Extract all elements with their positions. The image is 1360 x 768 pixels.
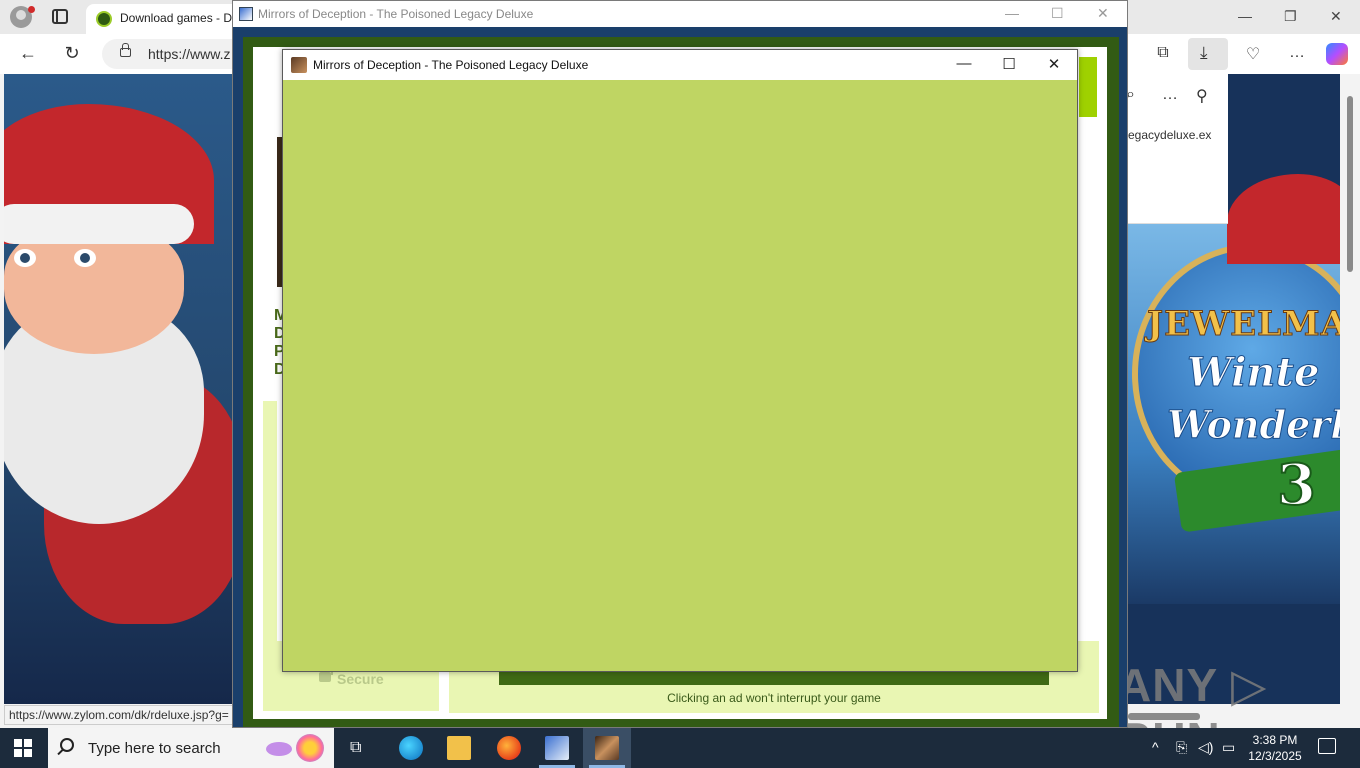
clock[interactable]: 3:38 PM 12/3/2025 [1240,732,1310,764]
pin-icon[interactable]: ⚲ [1196,86,1208,106]
zylom-favicon-icon [96,11,112,27]
show-hidden-icons-icon[interactable]: ^ [1152,739,1159,755]
launcher-app-icon [239,7,253,21]
launcher-close-icon[interactable]: ✕ [1097,5,1109,22]
browser-minimize-icon[interactable]: — [1238,8,1252,24]
game-canvas[interactable] [283,80,1077,671]
windows-start-icon[interactable] [14,739,32,757]
game-title-bar: Mirrors of Deception - The Poisoned Lega… [283,50,1077,80]
back-icon[interactable]: ← [16,43,40,64]
launcher-side-strip [263,401,277,641]
collections-icon[interactable]: ⧉ [1150,44,1176,62]
copilot-icon[interactable] [1326,43,1348,65]
browser-close-icon[interactable]: ✕ [1330,8,1342,25]
notifications-icon[interactable] [1318,738,1336,754]
taskbar-search[interactable]: Type here to search [48,728,334,768]
santa-eye-left [14,249,36,267]
tab-title: Download games - D [120,11,233,25]
browser-essentials-icon[interactable]: ♡ [1240,44,1266,64]
launcher-accent-bar [1079,57,1097,117]
notification-dot [28,6,35,13]
santa-ad[interactable] [4,74,244,704]
launcher-title: Mirrors of Deception - The Poisoned Lega… [258,7,534,21]
download-icon: ⤓ [1200,43,1208,62]
downloads-button[interactable]: ⤓ [1188,38,1228,70]
game-taskbar-icon[interactable] [595,736,619,760]
tab-download-games[interactable]: Download games - D [86,4,246,34]
lock-icon [120,43,131,57]
game-window: Mirrors of Deception - The Poisoned Lega… [282,49,1078,672]
launcher-title-bar: Mirrors of Deception - The Poisoned Lega… [233,1,1127,27]
launcher-maximize-icon[interactable]: ☐ [1051,5,1064,22]
jewelmatch-title: JEWELMA [1146,304,1340,345]
launcher-minimize-icon[interactable]: — [1005,5,1019,21]
santa-hat-brim [4,204,194,244]
game-maximize-icon[interactable]: ☐ [994,55,1024,73]
download-file-name[interactable]: egacydeluxe.ex [1128,128,1228,142]
status-url: https://www.zylom.com/dk/rdeluxe.jsp?g= [4,705,234,725]
tab-actions-icon[interactable] [52,9,68,24]
taskbar: Type here to search ⧉ ^ ⎘ ◁) ▭ 3:38 PM 1… [0,728,1360,768]
jewelmatch-ad[interactable]: JEWELMA Winte Wonderl 3 [1127,174,1340,604]
clock-time: 3:38 PM [1252,733,1298,747]
reload-icon[interactable]: ↻ [60,43,84,64]
file-explorer-icon[interactable] [447,736,471,760]
jewelmatch-hat [1227,174,1340,264]
address-text: https://www.z [148,46,231,62]
downloads-panel: ⌕ … ⚲ egacydeluxe.ex [1123,74,1228,224]
meet-now-icon[interactable]: ⎘ [1176,739,1187,756]
browser-restore-icon[interactable]: ❐ [1284,8,1297,25]
settings-more-icon[interactable]: … [1284,44,1310,62]
firefox-icon[interactable] [497,736,521,760]
ad-note: Clicking an ad won't interrupt your game [667,691,881,705]
network-icon[interactable]: ▭ [1222,739,1235,756]
jewelmatch-subtitle-2: Wonderl [1167,402,1340,448]
game-window-title: Mirrors of Deception - The Poisoned Lega… [313,58,589,72]
game-minimize-icon[interactable]: — [949,55,979,72]
launcher-taskbar-icon[interactable] [545,736,569,760]
secure-label: Secure [337,671,384,687]
search-icon [60,738,74,752]
game-app-icon [291,57,307,73]
volume-icon[interactable]: ◁) [1198,739,1213,756]
task-view-icon[interactable]: ⧉ [350,739,361,757]
jewelmatch-subtitle-1: Winte [1186,349,1320,397]
edge-icon[interactable] [399,736,423,760]
lock-icon [319,666,333,682]
scroll-thumb[interactable] [1347,96,1353,272]
jewelmatch-number: 3 [1276,451,1317,519]
clock-date: 12/3/2025 [1248,749,1302,763]
vertical-scrollbar[interactable] [1341,74,1360,704]
downloads-more-icon[interactable]: … [1162,86,1178,104]
santa-eye-right [74,249,96,267]
search-highlight-icon [266,734,326,762]
game-close-icon[interactable]: ✕ [1039,55,1069,73]
search-placeholder: Type here to search [88,740,221,757]
